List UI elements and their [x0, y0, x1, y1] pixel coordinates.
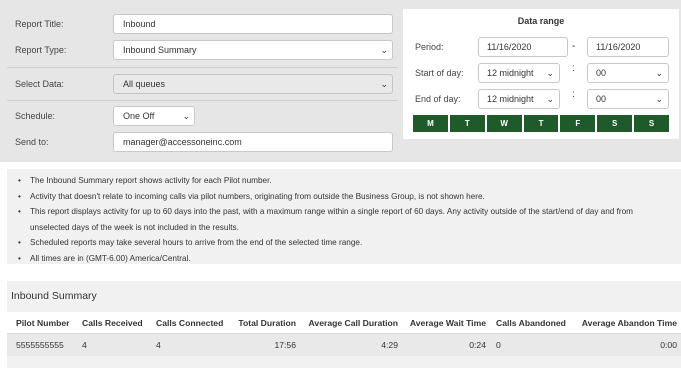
table-cell: 5555555555	[16, 340, 64, 350]
time-separator: :	[572, 89, 575, 100]
info-item: • This report displays activity for up to…	[7, 204, 681, 220]
table-cell: 4	[156, 340, 161, 350]
summary-title: Inbound Summary	[11, 290, 97, 302]
end-minute-select[interactable]: 00 ⌄	[587, 89, 669, 109]
period-separator: -	[572, 41, 576, 52]
inbound-summary-section: Inbound Summary Pilot Number Calls Recei…	[7, 281, 681, 368]
info-item: • The Inbound Summary report shows activi…	[7, 173, 681, 189]
select-data-label: Select Data:	[15, 79, 65, 89]
report-title-label: Report Title:	[15, 19, 64, 29]
day-toggle-saturday[interactable]: S	[597, 115, 633, 132]
column-header[interactable]: Average Wait Time	[399, 312, 486, 334]
bullet-icon: •	[18, 191, 21, 201]
send-to-label: Send to:	[15, 137, 49, 147]
column-header[interactable]: Pilot Number	[16, 312, 69, 334]
send-to-row: Send to: manager@accessoneinc.com	[7, 128, 397, 156]
day-toggle-thursday[interactable]: T	[523, 115, 559, 132]
bullet-icon: •	[18, 207, 21, 216]
chevron-down-icon: ⌄	[655, 94, 663, 104]
period-end-input[interactable]: 11/16/2020	[587, 37, 669, 57]
table-cell: 17:56	[274, 340, 296, 350]
select-data-row: Select Data: All queues ⌄	[7, 70, 397, 98]
table-header: Pilot Number Calls Received Calls Connec…	[7, 312, 681, 334]
info-item: • All times are in (GMT-6.00) America/Cen…	[7, 251, 681, 267]
table-cell: 4:29	[381, 340, 398, 350]
period-start-input[interactable]: 11/16/2020	[478, 37, 568, 57]
end-minute-value: 00	[596, 94, 607, 104]
send-to-input[interactable]: manager@accessoneinc.com	[113, 132, 393, 152]
weekday-toggles: M T W T F S S	[413, 115, 670, 132]
table-cell: 0:24	[469, 340, 486, 350]
chevron-down-icon: ⌄	[546, 94, 554, 104]
schedule-value: One Off	[123, 111, 155, 121]
report-type-select[interactable]: Inbound Summary ⌄	[113, 40, 393, 60]
report-title-input[interactable]: Inbound	[113, 14, 393, 34]
report-title-row: Report Title: Inbound	[7, 10, 397, 38]
bullet-icon: •	[18, 176, 21, 185]
select-data-select[interactable]: All queues ⌄	[113, 74, 393, 94]
chevron-down-icon: ⌄	[655, 68, 663, 78]
report-info-panel: • The Inbound Summary report shows activi…	[7, 169, 681, 264]
info-list: • The Inbound Summary report shows activi…	[7, 173, 681, 266]
report-type-row: Report Type: Inbound Summary ⌄	[7, 36, 397, 64]
data-range-panel: Data range Period: 11/16/2020 - 11/16/20…	[403, 9, 679, 139]
end-hour-select[interactable]: 12 midnight ⌄	[478, 89, 560, 109]
bullet-icon: •	[18, 238, 21, 247]
schedule-select[interactable]: One Off ⌄	[113, 106, 195, 126]
chevron-down-icon: ⌄	[546, 68, 554, 78]
day-toggle-friday[interactable]: F	[560, 115, 596, 132]
report-form: Report Title: Inbound Report Type: Inbou…	[7, 7, 397, 155]
start-hour-value: 12 midnight	[487, 68, 534, 78]
table-cell: 0:00	[660, 340, 677, 350]
column-header[interactable]: Average Call Duration	[301, 312, 398, 334]
schedule-row: Schedule: One Off ⌄	[7, 102, 397, 130]
end-hour-value: 12 midnight	[487, 94, 534, 104]
day-toggle-monday[interactable]: M	[413, 115, 448, 132]
day-toggle-tuesday[interactable]: T	[449, 115, 485, 132]
day-toggle-sunday[interactable]: S	[634, 115, 670, 132]
schedule-label: Schedule:	[15, 111, 56, 121]
divider	[7, 67, 397, 68]
table-row: 5555555555 4 4 17:56 4:29 0:24 0 0:00	[7, 334, 681, 356]
start-hour-select[interactable]: 12 midnight ⌄	[478, 63, 560, 83]
info-item-continuation: unselected days of the week is not inclu…	[30, 222, 239, 232]
chevron-down-icon: ⌄	[380, 45, 388, 55]
column-header[interactable]: Average Abandon Time	[579, 312, 677, 334]
day-toggle-wednesday[interactable]: W	[486, 115, 522, 132]
time-separator: :	[572, 63, 575, 74]
select-data-value: All queues	[123, 79, 166, 89]
column-header[interactable]: Total Duration	[231, 312, 296, 334]
bullet-icon: •	[18, 253, 21, 263]
end-of-day-row: End of day: 12 midnight ⌄ : 00 ⌄	[403, 87, 679, 111]
chevron-down-icon: ⌄	[380, 79, 388, 89]
column-header[interactable]: Calls Abandoned	[496, 312, 566, 334]
end-of-day-label: End of day:	[415, 94, 461, 104]
start-minute-value: 00	[596, 68, 607, 78]
info-item: • Scheduled reports may take several hour…	[7, 235, 681, 251]
divider	[7, 100, 397, 101]
table-cell: 0	[496, 340, 501, 350]
column-header[interactable]: Calls Connected	[156, 312, 223, 334]
chevron-down-icon: ⌄	[182, 111, 190, 121]
period-row: Period: 11/16/2020 - 11/16/2020	[403, 35, 679, 59]
data-range-title: Data range	[517, 16, 565, 26]
report-type-value: Inbound Summary	[123, 45, 197, 55]
start-of-day-row: Start of day: 12 midnight ⌄ : 00 ⌄	[403, 61, 679, 85]
start-minute-select[interactable]: 00 ⌄	[587, 63, 669, 83]
report-type-label: Report Type:	[15, 45, 67, 55]
start-of-day-label: Start of day:	[415, 68, 464, 78]
table-cell: 4	[82, 340, 87, 350]
column-header[interactable]: Calls Received	[82, 312, 143, 334]
info-item: • Activity that doesn't relate to incomin…	[7, 189, 681, 205]
period-label: Period:	[415, 42, 444, 52]
report-settings-panel: Report Title: Inbound Report Type: Inbou…	[0, 0, 681, 162]
